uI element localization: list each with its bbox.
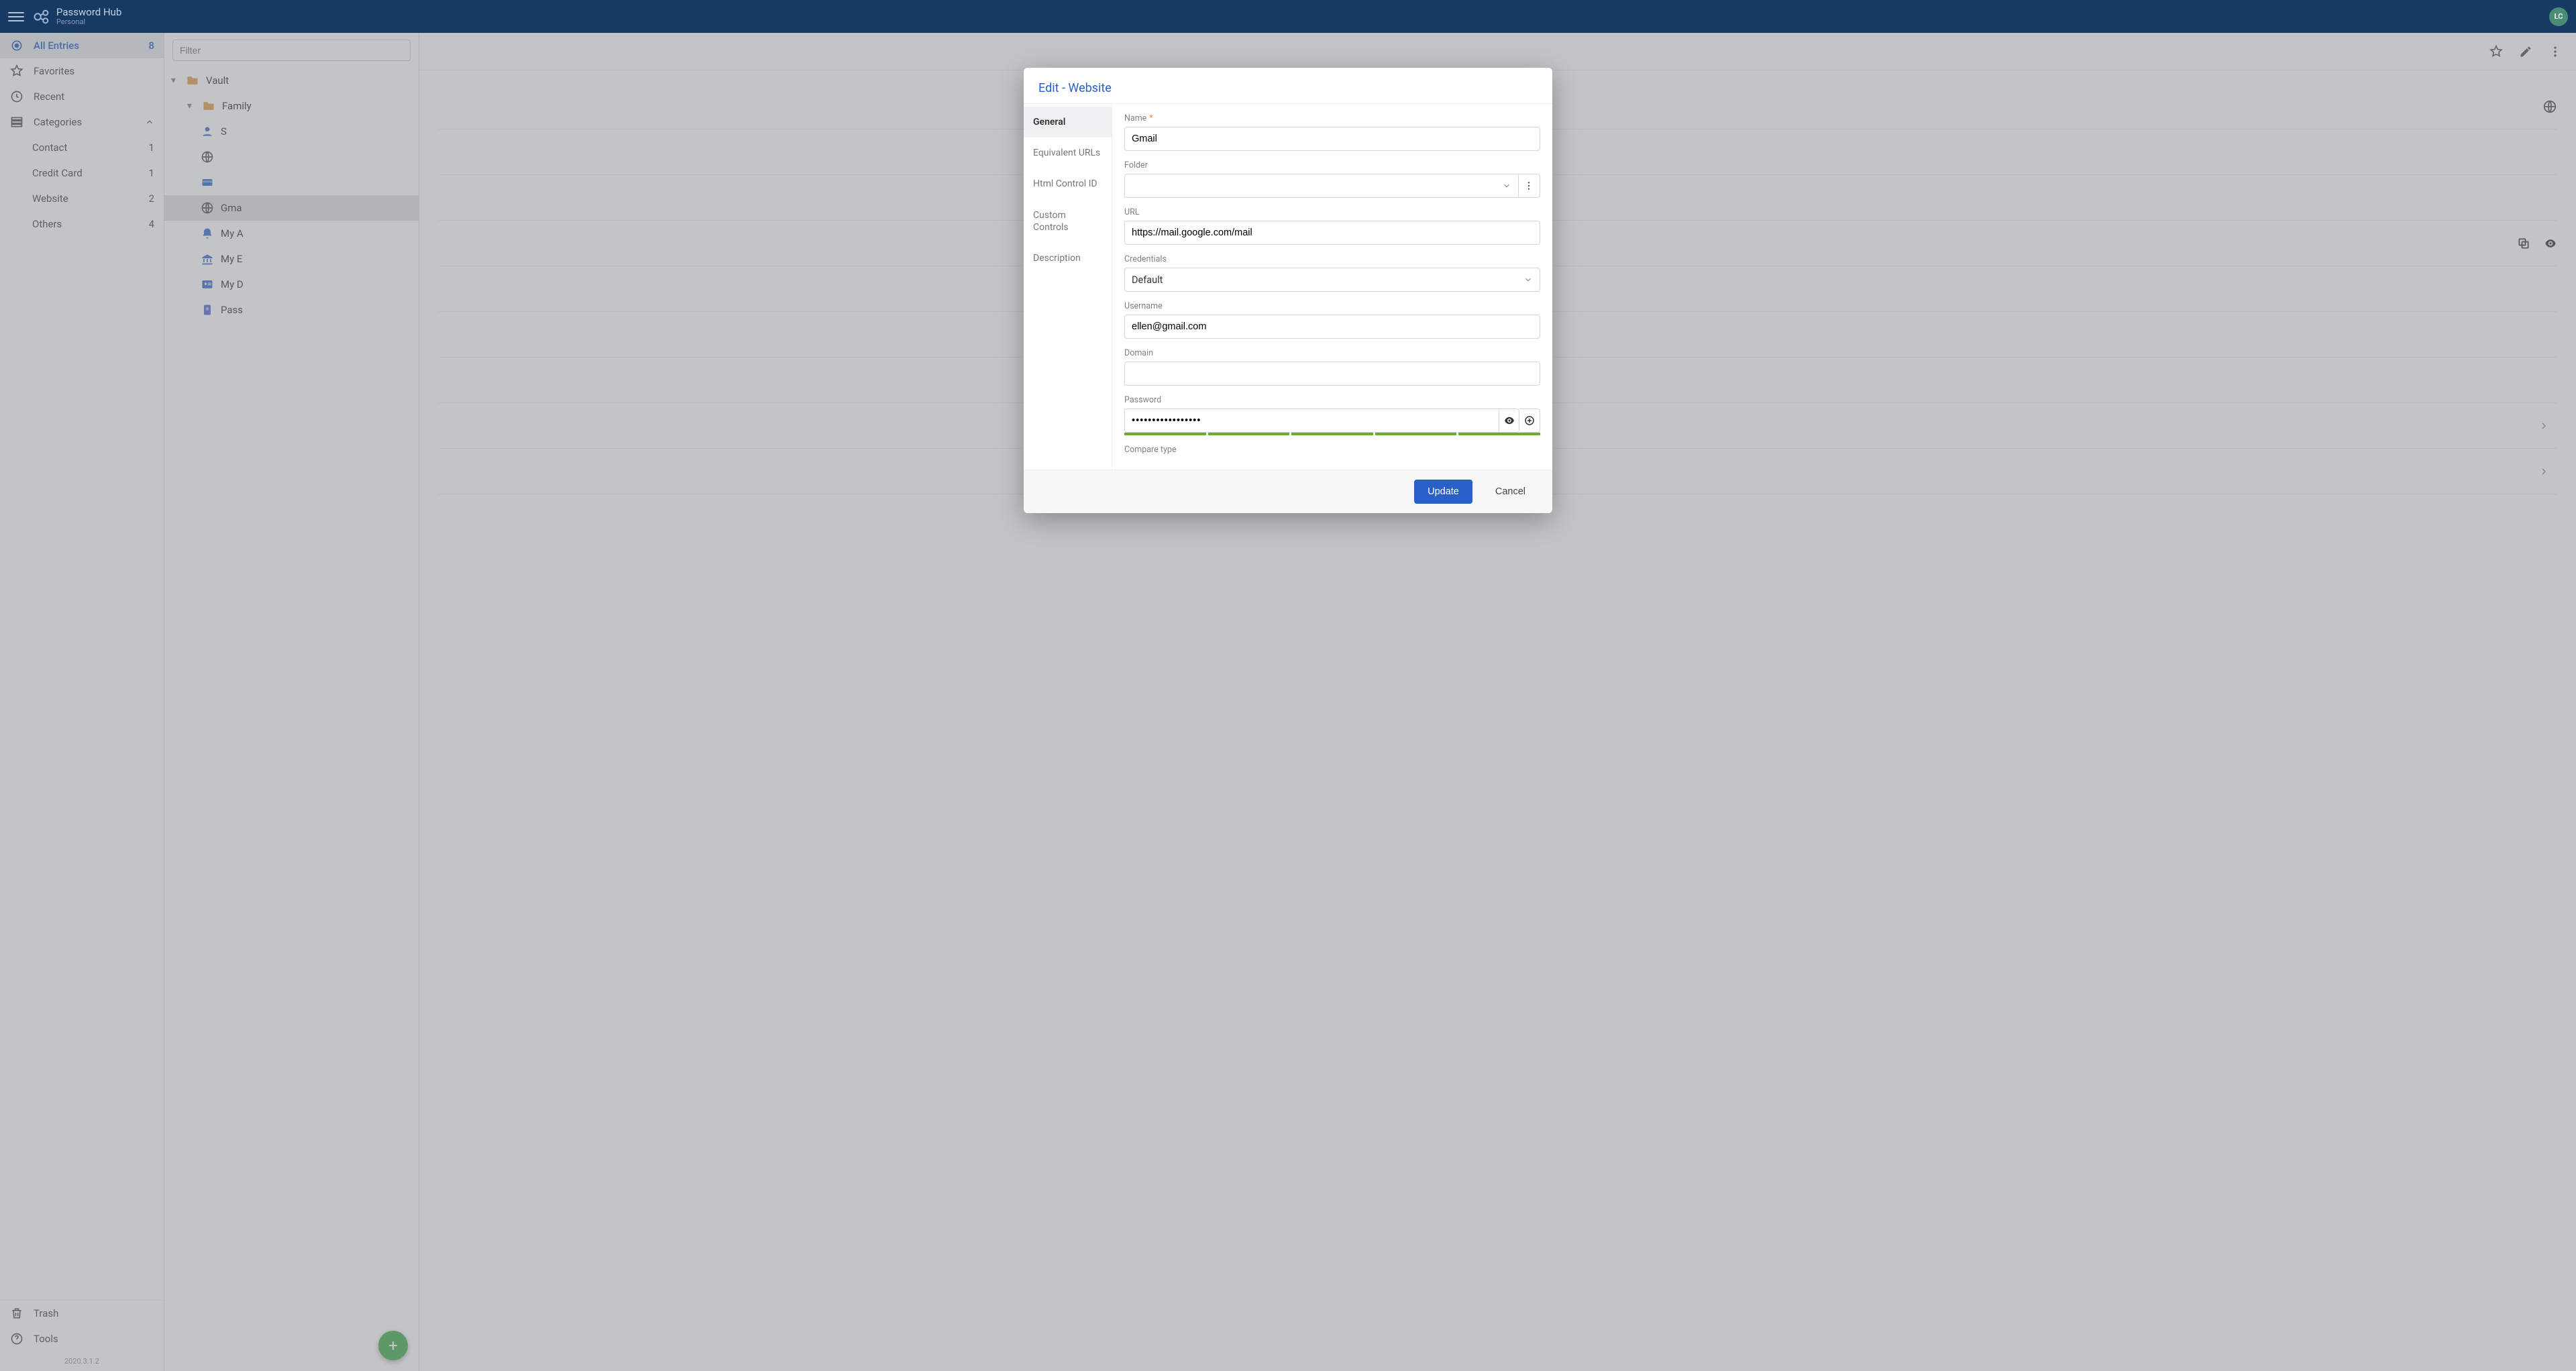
brand[interactable]: Password Hub Personal [32,7,121,26]
username-input[interactable] [1124,315,1540,339]
update-button[interactable]: Update [1414,480,1472,504]
generate-password-button[interactable] [1519,408,1540,433]
cancel-button[interactable]: Cancel [1482,480,1539,504]
password-input[interactable] [1124,408,1499,433]
password-label: Password [1124,395,1540,405]
tab-general[interactable]: General [1024,107,1112,138]
tab-custom-controls[interactable]: Custom Controls [1024,200,1112,243]
name-label: Name* [1124,113,1540,123]
credentials-select[interactable]: Default [1124,268,1540,292]
domain-label: Domain [1124,348,1540,358]
dialog-tabs: General Equivalent URLs Html Control ID … [1024,104,1112,470]
tab-html-control-id[interactable]: Html Control ID [1024,168,1112,199]
chevron-down-icon [1523,275,1533,284]
brand-subtitle: Personal [56,18,121,26]
folder-label: Folder [1124,160,1540,170]
compare-type-label: Compare type [1124,445,1540,455]
name-input[interactable] [1124,127,1540,151]
avatar[interactable]: LC [2549,7,2568,26]
dialog-form: Name* Folder [1112,104,1552,470]
modal-overlay[interactable]: Edit - Website General Equivalent URLs H… [0,33,2576,1371]
domain-input[interactable] [1124,362,1540,386]
topbar: Password Hub Personal LC [0,0,2576,33]
edit-dialog: Edit - Website General Equivalent URLs H… [1024,68,1552,513]
tab-description[interactable]: Description [1024,243,1112,274]
credentials-label: Credentials [1124,254,1540,264]
folder-select[interactable] [1124,174,1519,198]
tab-equivalent-urls[interactable]: Equivalent URLs [1024,138,1112,168]
password-strength-meter [1124,433,1540,435]
menu-toggle-button[interactable] [8,9,24,25]
reveal-password-button[interactable] [1499,408,1520,433]
chevron-down-icon [1502,181,1511,190]
brand-title: Password Hub [56,7,121,18]
url-input[interactable] [1124,221,1540,245]
dialog-title: Edit - Website [1024,68,1552,104]
brand-icon [32,7,51,26]
url-label: URL [1124,207,1540,217]
username-label: Username [1124,301,1540,311]
folder-more-button[interactable] [1519,174,1540,198]
